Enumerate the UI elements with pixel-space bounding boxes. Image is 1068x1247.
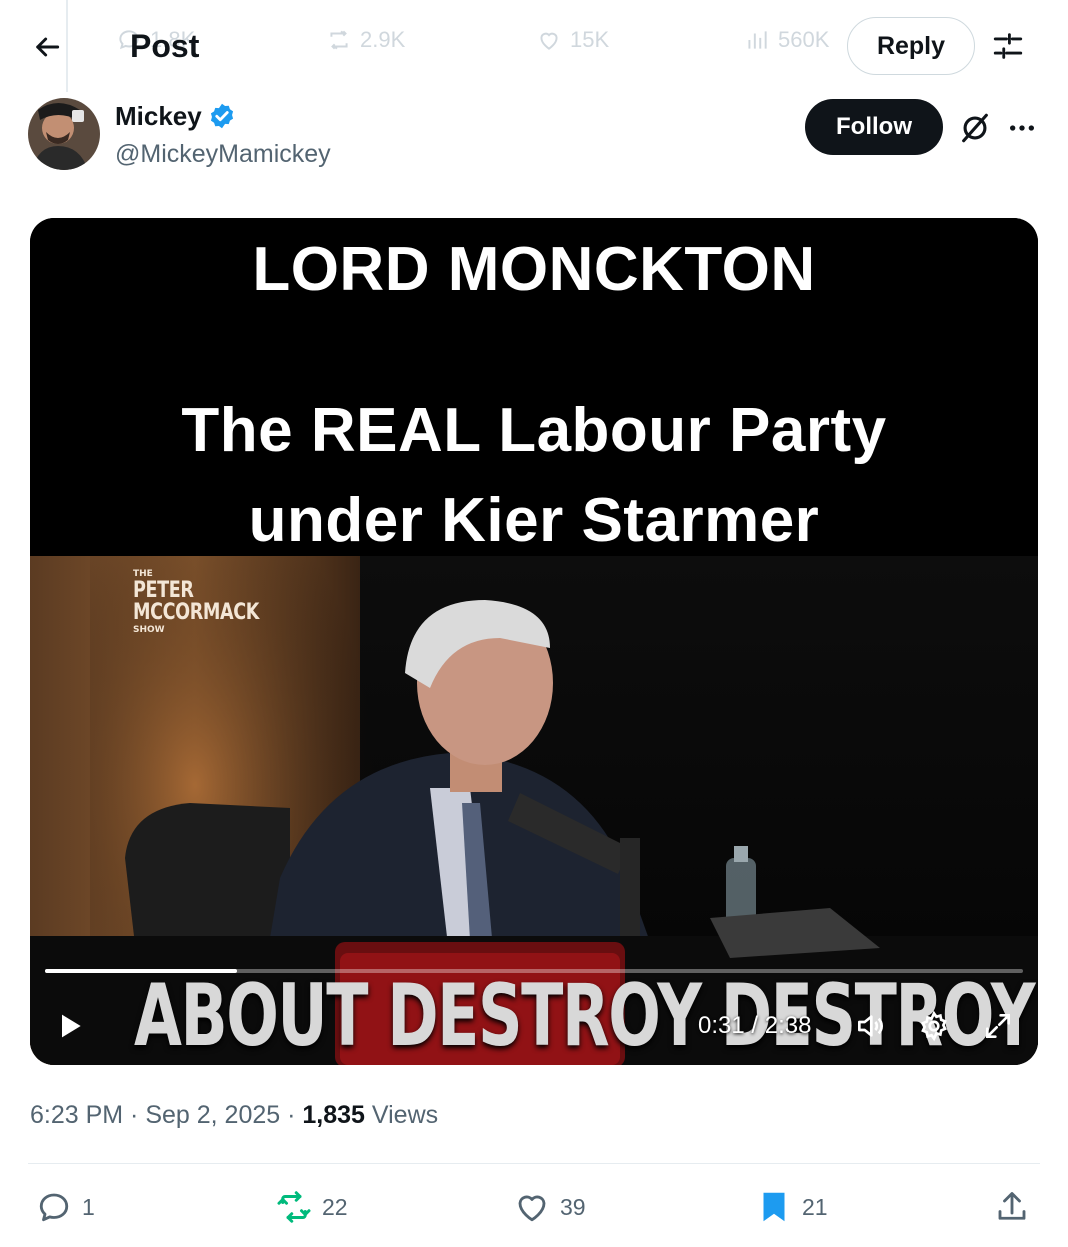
play-button[interactable] <box>52 1006 88 1046</box>
video-frame <box>30 218 1038 1065</box>
post-date[interactable]: Sep 2, 2025 <box>145 1101 280 1129</box>
post-author: Mickey @MickeyMamickey Follow <box>0 96 1068 180</box>
play-icon <box>62 1014 81 1038</box>
like-icon <box>518 1195 546 1222</box>
post-meta: 6:23 PM · Sep 2, 2025 · 1,835 Views <box>30 1098 438 1132</box>
volume-button[interactable] <box>850 1006 890 1046</box>
video-caption-line-1: The REAL Labour Party <box>181 396 887 465</box>
show-logo: THE PETER MCCORMACK SHOW <box>133 568 290 636</box>
repost-action[interactable]: 22 <box>276 1180 348 1234</box>
more-button[interactable] <box>1002 108 1042 148</box>
grok-icon <box>962 113 988 143</box>
video-time: 0:31 / 2:38 <box>698 1012 812 1039</box>
video-player[interactable]: LORD MONCKTON The REAL Labour Party unde… <box>30 218 1038 1065</box>
divider <box>28 1163 1040 1164</box>
show-logo-line2: MCCORMACK <box>133 600 259 625</box>
avatar[interactable] <box>28 98 100 170</box>
tune-icon <box>993 33 1023 59</box>
share-icon <box>998 1192 1026 1220</box>
settings-button[interactable] <box>914 1006 954 1046</box>
like-action[interactable]: 39 <box>514 1180 586 1234</box>
show-logo-line1: PETER <box>133 578 194 603</box>
video-subtitle: ABOUT DESTROY DESTROY <box>134 966 1036 1065</box>
reply-icon <box>39 1193 69 1222</box>
views-count[interactable]: 1,835 <box>302 1101 365 1129</box>
share-action[interactable] <box>994 1180 1030 1234</box>
repost-count: 22 <box>322 1193 348 1220</box>
like-count: 39 <box>560 1193 586 1220</box>
fullscreen-icon <box>986 1014 1010 1038</box>
views-label: Views <box>371 1101 439 1129</box>
settings-icon <box>921 1010 947 1042</box>
fullscreen-button[interactable] <box>978 1006 1018 1046</box>
top-bar: Post Reply <box>0 0 1068 92</box>
bookmark-icon <box>763 1192 785 1222</box>
bookmark-action[interactable]: 21 <box>756 1180 828 1234</box>
video-progress-bar[interactable] <box>45 969 1023 973</box>
reply-button[interactable]: Reply <box>847 17 975 75</box>
volume-icon <box>858 1015 883 1037</box>
meta-separator: · <box>280 1101 303 1129</box>
repost-icon <box>277 1191 311 1223</box>
follow-button[interactable]: Follow <box>805 99 943 155</box>
verified-icon <box>208 102 236 130</box>
video-progress-fill <box>45 969 237 973</box>
bookmark-count: 21 <box>802 1193 828 1220</box>
reply-action[interactable]: 1 <box>36 1180 95 1234</box>
meta-separator: · <box>123 1101 146 1129</box>
back-arrow-icon <box>36 37 60 57</box>
post-time[interactable]: 6:23 PM <box>30 1101 123 1129</box>
show-logo-bottom: SHOW <box>133 625 165 635</box>
page-title: Post <box>130 28 200 64</box>
author-handle[interactable]: @MickeyMamickey <box>115 138 331 170</box>
reply-count: 1 <box>82 1193 95 1220</box>
back-button[interactable] <box>26 26 68 68</box>
grok-button[interactable] <box>955 108 995 148</box>
author-name[interactable]: Mickey <box>115 100 202 132</box>
video-caption-title: LORD MONCKTON <box>252 235 816 304</box>
tune-button[interactable] <box>988 26 1028 66</box>
action-bar: 1 22 39 21 <box>0 1180 1068 1234</box>
more-icon <box>1010 125 1034 131</box>
video-caption-line-2: under Kier Starmer <box>248 486 820 555</box>
